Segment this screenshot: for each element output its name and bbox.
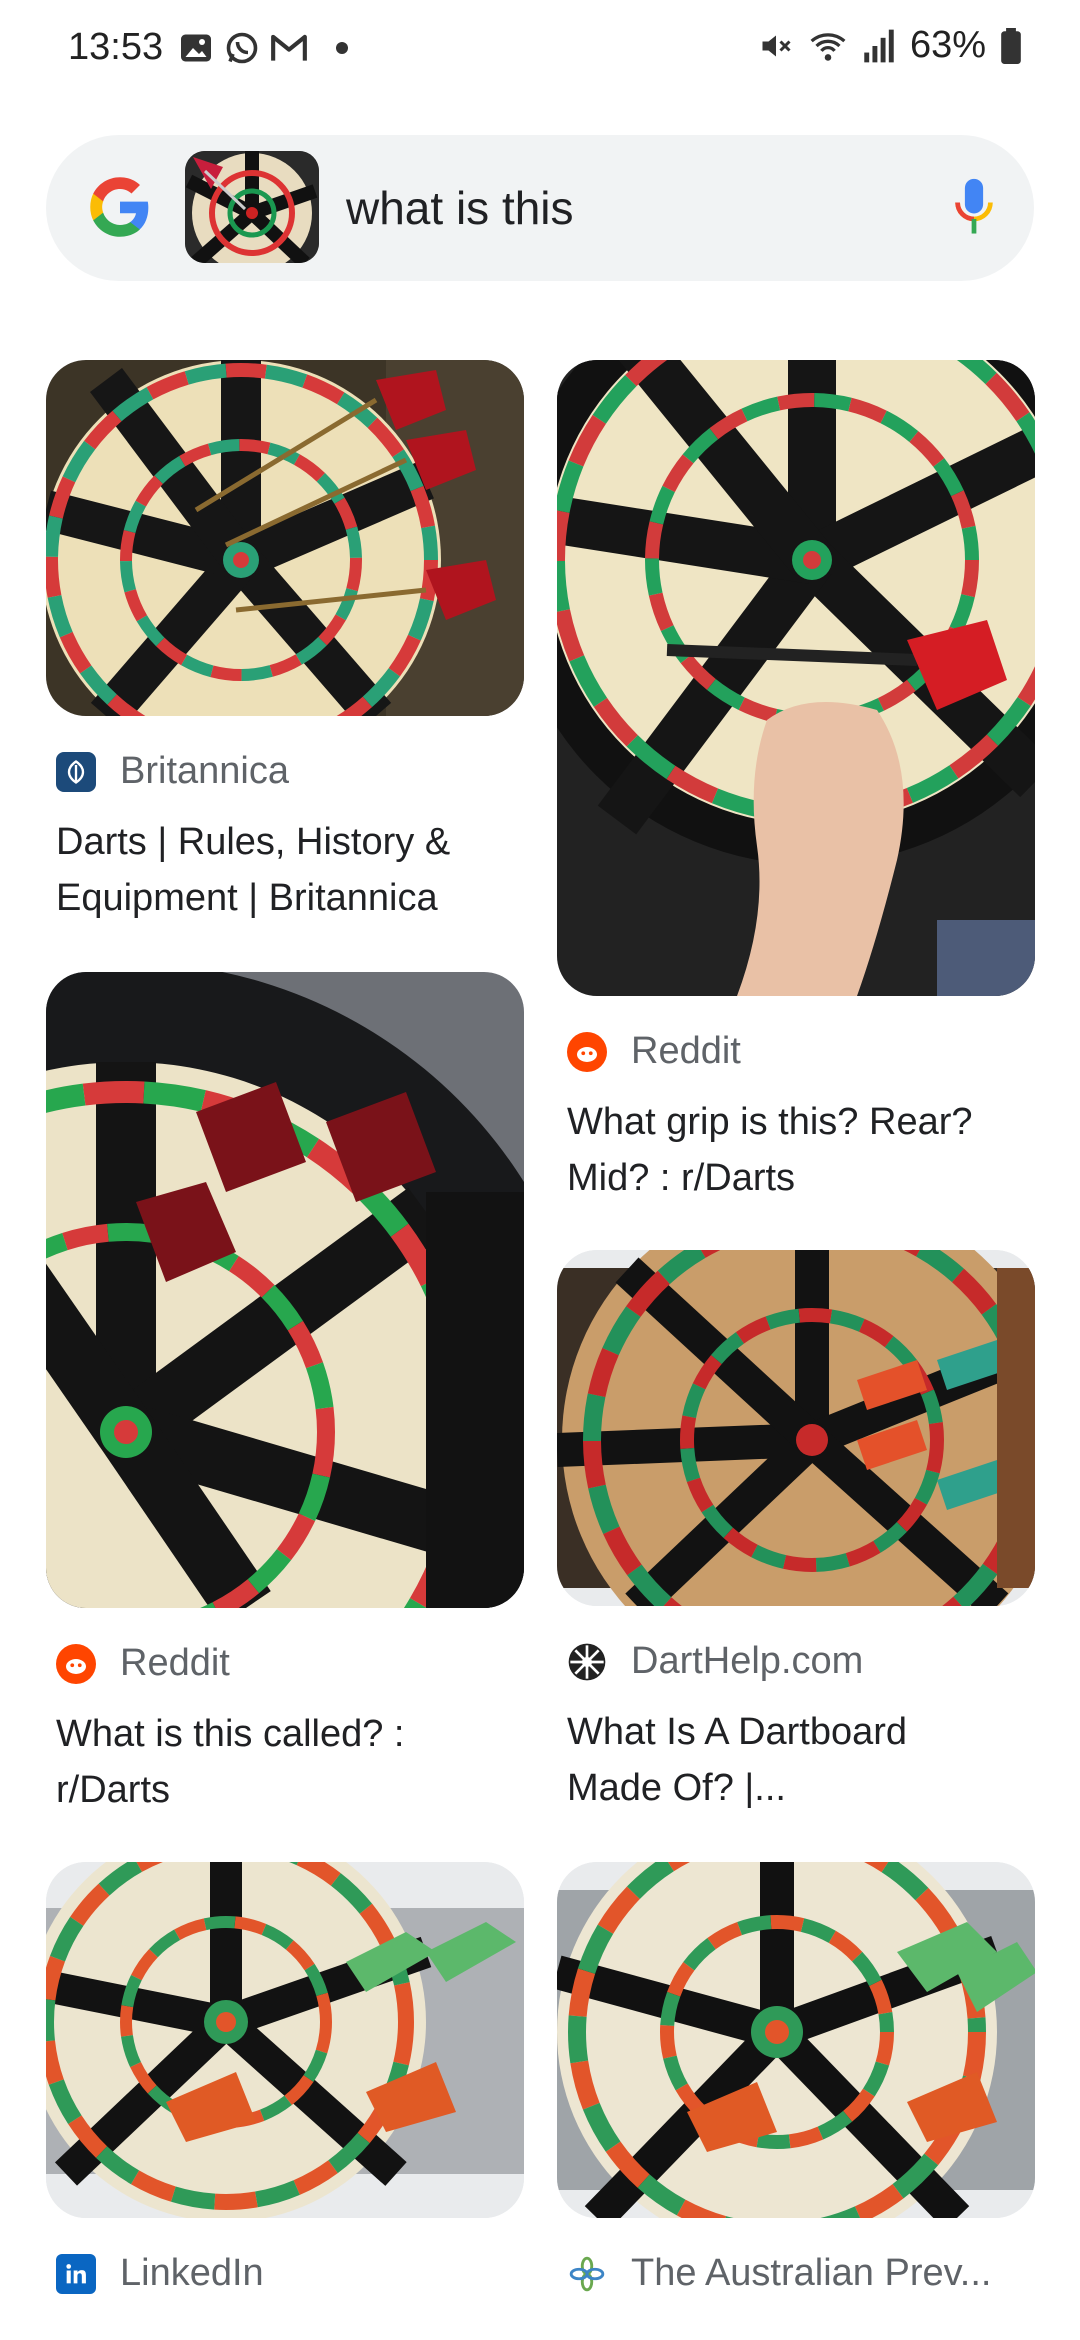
source-row: Reddit xyxy=(56,1642,230,1685)
battery-icon xyxy=(1001,27,1021,64)
britannica-icon xyxy=(56,751,96,792)
result-card[interactable]: Britannica Darts | Rules, History & Equi… xyxy=(46,360,524,930)
source-row: Reddit xyxy=(567,1030,741,1073)
source-row: LinkedIn xyxy=(56,2252,264,2295)
signal-icon xyxy=(864,29,894,62)
more-notifications-dot xyxy=(336,42,348,54)
search-query-text[interactable]: what is this xyxy=(346,181,574,235)
result-title[interactable]: Darts | Rules, History & Equipment | Bri… xyxy=(56,814,526,926)
result-card[interactable]: Reddit What grip is this? Rear? Mid? : r… xyxy=(557,360,1035,1200)
source-row: The Australian Prev... xyxy=(567,2252,991,2295)
whatsapp-icon xyxy=(226,32,258,64)
result-source: Reddit xyxy=(631,1030,741,1072)
source-row: DartHelp.com xyxy=(567,1640,863,1683)
mute-icon xyxy=(762,35,791,56)
system-icons: 63% xyxy=(758,24,1022,67)
result-image[interactable] xyxy=(46,1862,524,2218)
result-title[interactable]: What is this called? : r/Darts xyxy=(56,1706,526,1818)
result-image[interactable] xyxy=(557,1250,1035,1606)
result-card[interactable]: LinkedIn xyxy=(46,1862,524,2302)
linkedin-icon xyxy=(56,2253,96,2294)
result-source: DartHelp.com xyxy=(631,1640,864,1682)
wifi-icon xyxy=(810,32,846,61)
darthelp-icon xyxy=(567,1642,607,1682)
result-image[interactable] xyxy=(46,972,524,1608)
mic-icon[interactable] xyxy=(952,177,996,239)
gmail-icon xyxy=(271,34,307,61)
clock: 13:53 xyxy=(68,26,164,68)
result-source: Reddit xyxy=(120,1642,230,1684)
result-card[interactable]: Reddit What is this called? : r/Darts xyxy=(46,972,524,1812)
battery-percent: 63% xyxy=(909,24,986,66)
source-row: Britannica xyxy=(56,750,289,793)
result-source: The Australian Prev... xyxy=(631,2252,992,2294)
result-title[interactable]: What grip is this? Rear? Mid? : r/Darts xyxy=(567,1094,1037,1206)
reddit-icon xyxy=(567,1031,607,1072)
result-source: Britannica xyxy=(120,750,289,792)
result-card[interactable]: The Australian Prev... xyxy=(557,1862,1035,2302)
status-bar: 13:53 63% xyxy=(0,0,1080,100)
result-image[interactable] xyxy=(557,1862,1035,2218)
gallery-icon xyxy=(181,34,211,62)
notification-icons xyxy=(178,30,348,66)
search-image-thumbnail[interactable] xyxy=(185,151,319,263)
google-logo-icon[interactable] xyxy=(86,173,154,241)
result-image[interactable] xyxy=(46,360,524,716)
australian-icon xyxy=(567,2254,607,2294)
reddit-icon xyxy=(56,1643,96,1684)
result-image[interactable] xyxy=(557,360,1035,996)
search-bar[interactable]: what is this xyxy=(46,135,1034,281)
result-title[interactable]: What Is A Dartboard Made Of? |... xyxy=(567,1704,1037,1816)
result-source: LinkedIn xyxy=(120,2252,264,2294)
result-card[interactable]: DartHelp.com What Is A Dartboard Made Of… xyxy=(557,1250,1035,1820)
